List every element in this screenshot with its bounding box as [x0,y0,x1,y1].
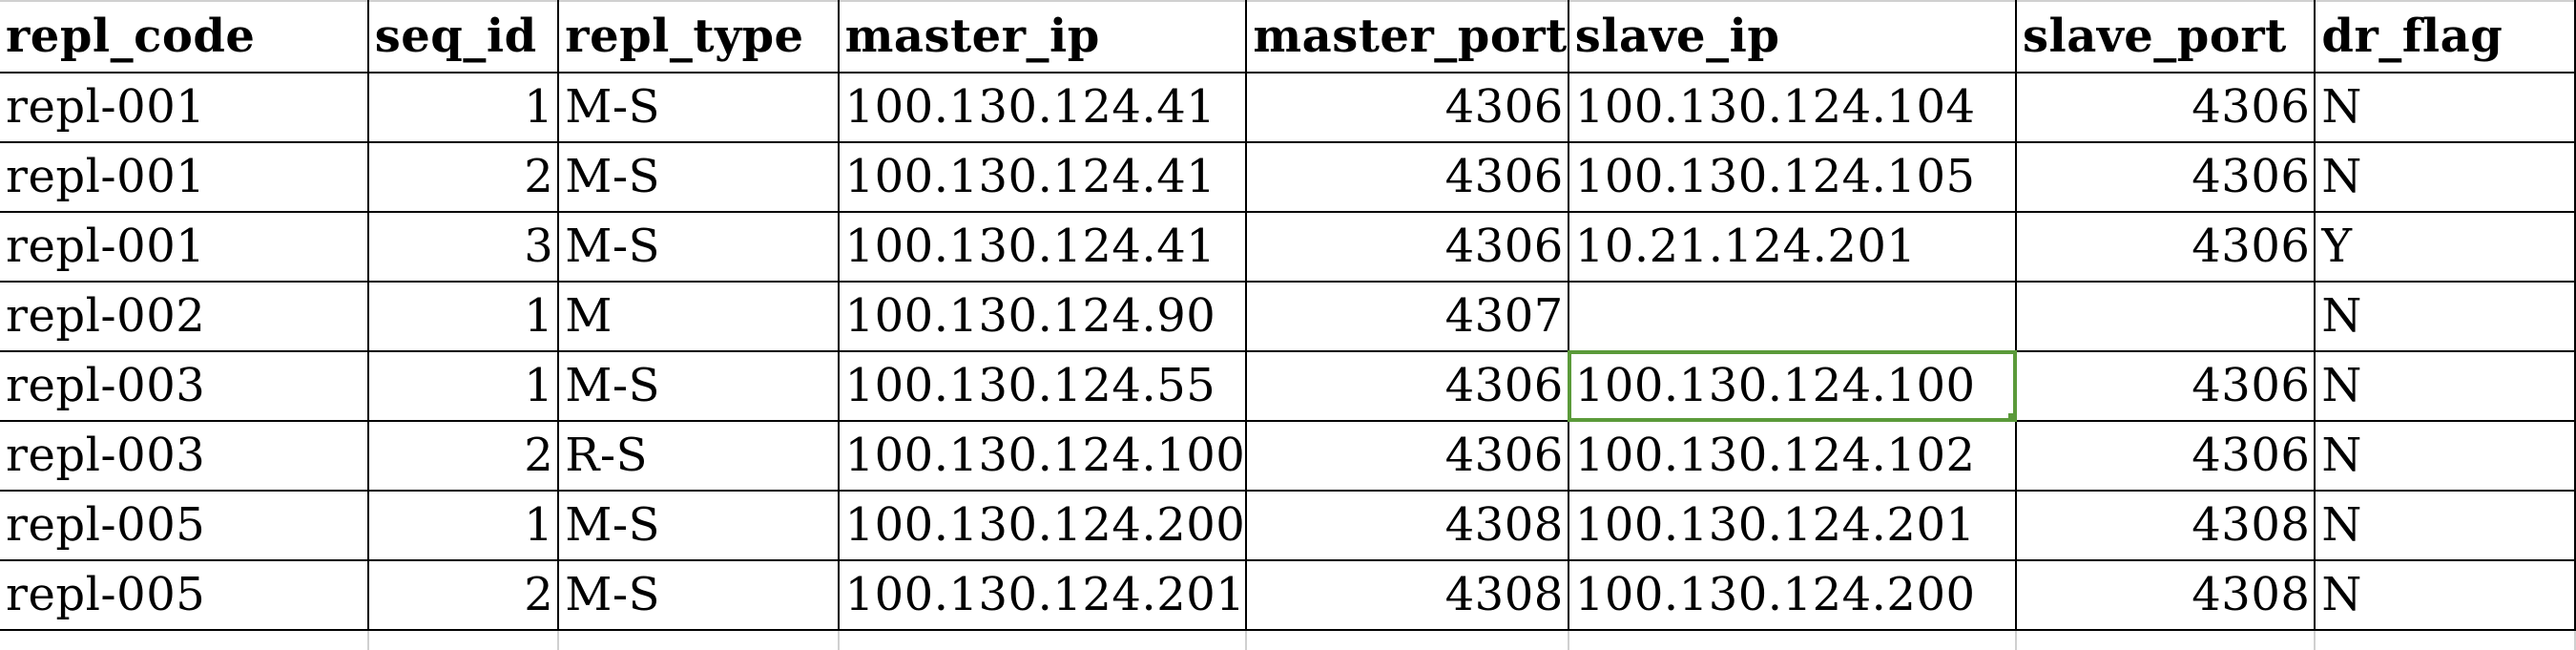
cell-repl-type[interactable]: M-S [558,212,840,283]
cell-master-ip[interactable]: 100.130.124.41 [838,142,1248,213]
empty-cell[interactable] [2015,630,2316,650]
cell-repl-code[interactable]: repl-002 [0,282,369,352]
cell-repl-code[interactable]: repl-001 [0,73,369,143]
cell-repl-type[interactable]: M-S [558,142,840,213]
cell-dr-flag[interactable]: Y [2315,212,2576,283]
empty-cell[interactable] [1568,630,2017,650]
cell-master-port[interactable]: 4307 [1246,282,1569,352]
empty-cell[interactable] [367,630,560,650]
cell-dr-flag[interactable]: N [2315,491,2576,561]
header-cell-dr-flag[interactable]: dr_flag [2315,0,2576,73]
cell-master-ip[interactable]: 100.130.124.55 [838,351,1248,422]
fill-handle[interactable] [2007,413,2014,419]
cell-seq-id[interactable]: 2 [367,421,560,492]
cell-master-port[interactable]: 4306 [1246,212,1569,283]
cell-repl-code[interactable]: repl-001 [0,212,369,283]
cell-seq-id[interactable]: 1 [367,491,560,561]
cell-seq-id[interactable]: 1 [367,282,560,352]
cell-slave-port[interactable]: 4306 [2015,212,2316,283]
cell-seq-id[interactable]: 2 [367,560,560,631]
cell-master-port[interactable]: 4306 [1246,351,1569,422]
table-row: repl-003 1 M-S 100.130.124.55 4306 100.1… [0,350,2576,422]
cell-slave-port[interactable]: 4308 [2015,560,2316,631]
cell-repl-code[interactable]: repl-003 [0,351,369,422]
cell-master-port[interactable]: 4306 [1246,73,1569,143]
cell-repl-type[interactable]: M-S [558,73,840,143]
cell-slave-ip-text: 100.130.124.100 [1574,359,1976,412]
cell-master-port[interactable]: 4308 [1246,491,1569,561]
cell-dr-flag[interactable]: N [2315,421,2576,492]
cell-master-ip[interactable]: 100.130.124.201 [838,560,1248,631]
header-cell-master-port[interactable]: master_port [1246,0,1569,73]
cell-master-ip[interactable]: 100.130.124.41 [838,212,1248,283]
empty-cell[interactable] [838,630,1248,650]
empty-cell[interactable] [0,630,369,650]
cell-slave-ip[interactable]: 10.21.124.201 [1568,212,2017,283]
empty-cell[interactable] [1246,630,1569,650]
selected-cell-slave-ip[interactable]: 100.130.124.100 [1567,350,2017,422]
cell-dr-flag[interactable]: N [2315,282,2576,352]
header-cell-master-ip[interactable]: master_ip [838,0,1248,73]
table-row: repl-001 1 M-S 100.130.124.41 4306 100.1… [0,73,2576,143]
cell-dr-flag[interactable]: N [2315,73,2576,143]
header-cell-seq-id[interactable]: seq_id [367,0,560,73]
cell-seq-id[interactable]: 2 [367,142,560,213]
cell-slave-ip[interactable]: 100.130.124.104 [1568,73,2017,143]
spreadsheet: repl_code seq_id repl_type master_ip mas… [0,0,2576,650]
cell-repl-type[interactable]: M-S [558,491,840,561]
partial-row [0,630,2576,650]
table-row: repl-005 2 M-S 100.130.124.201 4308 100.… [0,560,2576,631]
cell-repl-code[interactable]: repl-005 [0,560,369,631]
cell-repl-code[interactable]: repl-005 [0,491,369,561]
cell-repl-type[interactable]: M-S [558,351,840,422]
cell-slave-port[interactable]: 4308 [2015,491,2316,561]
table-row: repl-002 1 M 100.130.124.90 4307 N [0,282,2576,352]
cell-master-port[interactable]: 4306 [1246,421,1569,492]
cell-repl-code[interactable]: repl-003 [0,421,369,492]
cell-slave-port[interactable] [2015,282,2316,352]
cell-master-ip[interactable]: 100.130.124.100 [838,421,1248,492]
cell-slave-port[interactable]: 4306 [2015,351,2316,422]
cell-slave-ip[interactable]: 100.130.124.200 [1568,560,2017,631]
empty-cell[interactable] [558,630,840,650]
cell-dr-flag[interactable]: N [2315,560,2576,631]
header-cell-repl-type[interactable]: repl_type [558,0,840,73]
cell-dr-flag[interactable]: N [2315,142,2576,213]
cell-seq-id[interactable]: 1 [367,73,560,143]
cell-repl-type[interactable]: M [558,282,840,352]
table-row: repl-001 3 M-S 100.130.124.41 4306 10.21… [0,212,2576,283]
cell-slave-ip[interactable]: 100.130.124.201 [1568,491,2017,561]
empty-cell[interactable] [2315,630,2576,650]
cell-slave-ip[interactable]: 100.130.124.102 [1568,421,2017,492]
cell-seq-id[interactable]: 3 [367,212,560,283]
cell-master-ip[interactable]: 100.130.124.90 [838,282,1248,352]
cell-slave-port[interactable]: 4306 [2015,421,2316,492]
header-row: repl_code seq_id repl_type master_ip mas… [0,0,2576,73]
cell-seq-id[interactable]: 1 [367,351,560,422]
table-row: repl-001 2 M-S 100.130.124.41 4306 100.1… [0,142,2576,213]
cell-repl-type[interactable]: M-S [558,560,840,631]
cell-master-ip[interactable]: 100.130.124.41 [838,73,1248,143]
cell-slave-ip[interactable]: 100.130.124.105 [1568,142,2017,213]
header-cell-slave-ip[interactable]: slave_ip [1568,0,2017,73]
cell-slave-ip[interactable] [1568,282,2017,352]
cell-repl-type[interactable]: R-S [558,421,840,492]
header-cell-slave-port[interactable]: slave_port [2015,0,2316,73]
cell-dr-flag[interactable]: N [2315,351,2576,422]
cell-slave-port[interactable]: 4306 [2015,73,2316,143]
cell-master-port[interactable]: 4306 [1246,142,1569,213]
cell-slave-port[interactable]: 4306 [2015,142,2316,213]
table-row: repl-005 1 M-S 100.130.124.200 4308 100.… [0,491,2576,561]
table-row: repl-003 2 R-S 100.130.124.100 4306 100.… [0,421,2576,492]
data-grid: repl_code seq_id repl_type master_ip mas… [0,0,2576,650]
cell-master-ip[interactable]: 100.130.124.200 [838,491,1248,561]
cell-master-port[interactable]: 4308 [1246,560,1569,631]
header-cell-repl-code[interactable]: repl_code [0,0,369,73]
cell-repl-code[interactable]: repl-001 [0,142,369,213]
